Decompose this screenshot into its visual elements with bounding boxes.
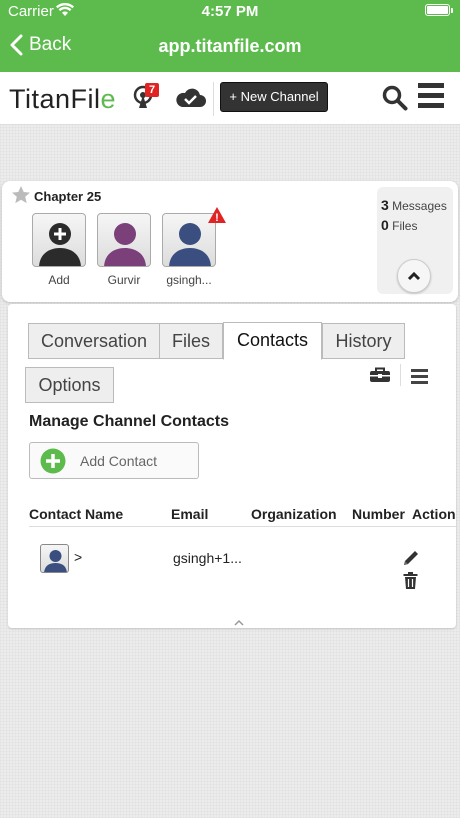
- messages-stat: 3 Messages: [381, 197, 453, 213]
- alert-icon: !: [208, 207, 226, 228]
- channel-title: Chapter 25: [34, 189, 102, 204]
- tab-history[interactable]: History: [322, 323, 405, 359]
- titanfile-logo[interactable]: TitanFile: [9, 84, 116, 115]
- add-user-icon: [32, 213, 86, 267]
- app-header: TitanFile 7 + New Channel: [0, 72, 460, 125]
- plus-circle-icon: [40, 448, 66, 479]
- main-menu-icon[interactable]: [418, 83, 444, 113]
- contacts-panel: Conversation Files Contacts History Opti…: [8, 304, 456, 628]
- caret-up-icon[interactable]: [233, 614, 245, 632]
- table-header-divider: [29, 526, 456, 527]
- member-gurvir[interactable]: Gurvir: [97, 213, 151, 287]
- new-channel-button[interactable]: + New Channel: [220, 82, 328, 112]
- member-name: Gurvir: [107, 273, 141, 287]
- contact-name[interactable]: >: [74, 549, 82, 565]
- star-icon[interactable]: [11, 185, 31, 210]
- channel-stats: 3 Messages 0 Files: [377, 187, 453, 294]
- tab-files[interactable]: Files: [159, 323, 223, 359]
- contact-email: gsingh+1...: [173, 550, 242, 566]
- column-header-email[interactable]: Email: [171, 506, 208, 522]
- battery-icon: [425, 4, 453, 16]
- toolbox-icon[interactable]: [369, 367, 391, 388]
- list-menu-icon[interactable]: [411, 369, 428, 387]
- svg-text:!: !: [215, 212, 219, 223]
- messages-label: Messages: [392, 199, 447, 213]
- channel-card: Chapter 25 Add Gurvir ! gsingh... 3 Mess…: [2, 181, 458, 302]
- member-name: Add: [48, 273, 70, 287]
- search-icon[interactable]: [382, 85, 408, 116]
- column-header-organization[interactable]: Organization: [251, 506, 337, 522]
- add-contact-button[interactable]: Add Contact: [29, 442, 199, 479]
- column-header-number[interactable]: Number: [352, 506, 405, 522]
- column-header-contact-name[interactable]: Contact Name: [29, 506, 123, 522]
- status-time: 4:57 PM: [201, 3, 259, 20]
- messages-count: 3: [381, 197, 389, 213]
- top-bar: Carrier 4:57 PM Back app.titanfile.com: [0, 0, 460, 72]
- add-contact-label: Add Contact: [80, 453, 158, 469]
- chevron-up-icon: [407, 271, 421, 281]
- status-bar: Carrier 4:57 PM: [0, 0, 460, 24]
- logo-suffix: e: [100, 84, 117, 114]
- page-url: app.titanfile.com: [158, 36, 302, 56]
- logo-text: TitanFil: [9, 84, 101, 114]
- column-header-action: Action: [412, 506, 456, 522]
- member-add[interactable]: Add: [32, 213, 86, 287]
- section-title: Manage Channel Contacts: [29, 413, 230, 430]
- cloud-sync-icon[interactable]: [174, 88, 206, 113]
- files-count: 0: [381, 217, 389, 233]
- tab-options[interactable]: Options: [25, 367, 114, 403]
- trash-icon[interactable]: [403, 572, 418, 594]
- member-gsingh[interactable]: ! gsingh...: [162, 207, 226, 287]
- user-avatar-icon: [97, 213, 151, 267]
- tab-conversation[interactable]: Conversation: [28, 323, 160, 359]
- member-name: gsingh...: [166, 273, 212, 287]
- edit-icon[interactable]: [402, 549, 420, 572]
- tab-contacts[interactable]: Contacts: [223, 322, 322, 360]
- header-divider: [213, 82, 214, 116]
- collapse-button[interactable]: [397, 259, 431, 293]
- files-label: Files: [392, 219, 418, 233]
- notification-badge: 7: [145, 83, 159, 97]
- files-stat: 0 Files: [381, 217, 453, 233]
- user-avatar-icon[interactable]: [40, 544, 69, 573]
- toolbar-divider: [400, 364, 401, 386]
